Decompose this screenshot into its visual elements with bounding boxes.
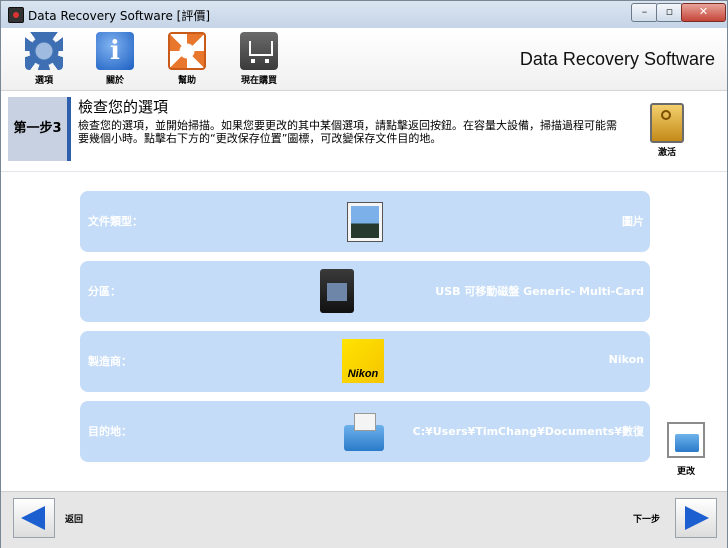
options-label: 選項 — [34, 76, 53, 86]
arrow-right-icon — [685, 506, 709, 530]
gear-icon — [25, 32, 63, 70]
bottom-nav: 返回 下一步 — [1, 491, 727, 548]
back-label: 返回 — [65, 515, 84, 525]
partition-value: USB 可移動磁盤 Generic- Multi-Card — [435, 285, 644, 298]
file-type-key: 文件類型： — [88, 215, 143, 228]
file-type-value: 圖片 — [622, 215, 644, 228]
folder-icon — [344, 411, 384, 451]
app-icon — [8, 7, 24, 23]
options-button[interactable]: 選項 — [14, 32, 74, 88]
destination-value: C:¥Users¥TimChang¥Documents¥數復 — [412, 425, 644, 438]
minimize-button[interactable]: – — [631, 3, 658, 22]
step-panel: 第一步3 檢查您的選項 檢查您的選項，並開始掃描。如果您要更改的其中某個選項，請… — [1, 91, 727, 172]
step-badge: 第一步3 — [8, 97, 71, 161]
window-title: Data Recovery Software [評價] — [28, 9, 210, 23]
photo-icon — [348, 203, 382, 241]
file-type-row: 文件類型： 圖片 — [80, 191, 650, 252]
title-bar: Data Recovery Software [評價] – ▫ ✕ — [1, 1, 727, 29]
lifebuoy-icon — [168, 32, 206, 70]
activate-button[interactable]: 激活 — [646, 103, 688, 158]
step-title: 檢查您的選項 — [78, 98, 169, 116]
key-icon — [650, 103, 684, 143]
back-button[interactable] — [13, 498, 55, 538]
app-window: Data Recovery Software [評價] – ▫ ✕ 選項 i 關… — [0, 0, 728, 548]
about-label: 關於 — [105, 76, 124, 86]
manufacturer-value: Nikon — [608, 353, 644, 366]
help-button[interactable]: 幫助 — [157, 32, 217, 88]
about-button[interactable]: i 關於 — [85, 32, 145, 88]
app-title: Data Recovery Software — [519, 49, 715, 69]
buy-now-button[interactable]: 現在購買 — [229, 32, 289, 88]
manufacturer-key: 製造商： — [88, 355, 132, 368]
next-button[interactable] — [675, 498, 717, 538]
change-label: 更改 — [676, 467, 695, 477]
partition-row: 分區： USB 可移動磁盤 Generic- Multi-Card — [80, 261, 650, 322]
change-save-location-button[interactable]: 更改 — [665, 422, 707, 477]
help-label: 幫助 — [177, 76, 196, 86]
folder-download-icon — [667, 422, 705, 458]
activate-label: 激活 — [657, 148, 676, 158]
partition-key: 分區： — [88, 285, 121, 298]
memory-card-icon — [320, 269, 354, 313]
cart-icon — [240, 32, 278, 70]
maximize-button[interactable]: ▫ — [656, 3, 683, 22]
toolbar: 選項 i 關於 幫助 現在購買 Data Recovery Software — [1, 28, 727, 91]
arrow-left-icon — [21, 506, 45, 530]
info-icon: i — [96, 32, 134, 70]
destination-key: 目的地： — [88, 425, 132, 438]
nikon-logo-icon: Nikon — [342, 339, 384, 383]
next-label: 下一步 — [633, 515, 661, 525]
step-description: 檢查您的選項，並開始掃描。如果您要更改的其中某個選項，請點擊返回按鈕。在容量大設… — [78, 119, 617, 145]
manufacturer-row: 製造商： Nikon Nikon — [80, 331, 650, 392]
destination-row: 目的地： C:¥Users¥TimChang¥Documents¥數復 — [80, 401, 650, 462]
close-button[interactable]: ✕ — [681, 3, 726, 22]
buy-now-label: 現在購買 — [240, 76, 277, 86]
